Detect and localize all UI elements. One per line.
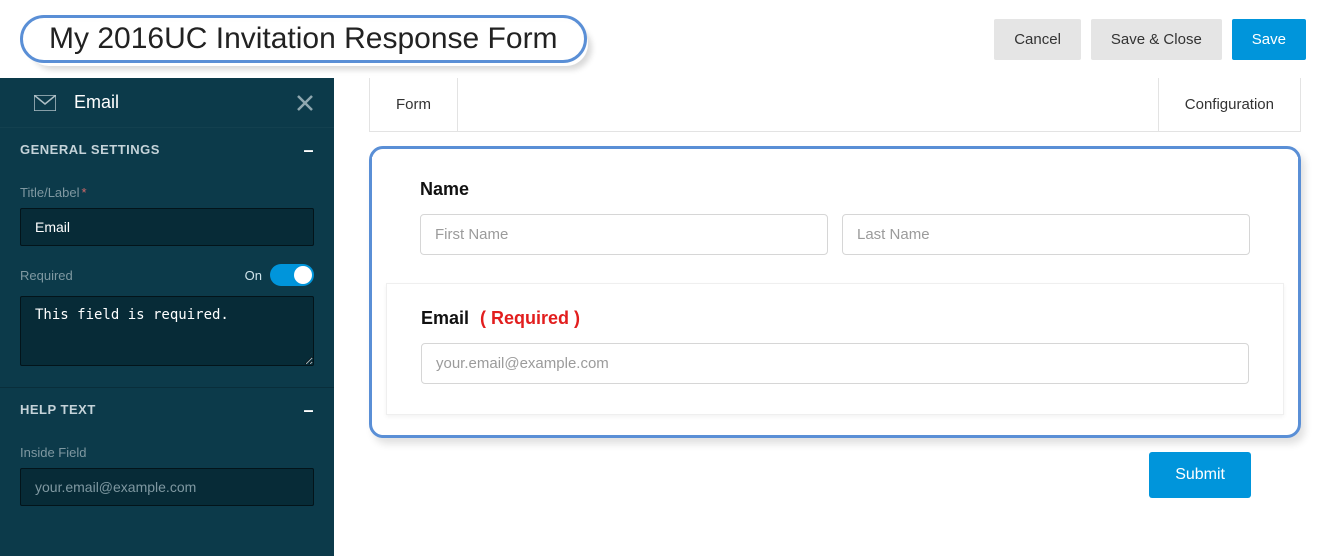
email-field-wrapper[interactable]: Email ( Required ) [386,283,1284,415]
email-field-block: Email ( Required ) [387,284,1283,414]
main: Form Configuration Name Email ( Requi [334,78,1336,556]
title-badge: My 2016UC Invitation Response Form [20,15,587,63]
title-label-label: Title/Label* [20,185,314,200]
page-title: My 2016UC Invitation Response Form [49,22,558,56]
mail-icon [34,95,56,111]
first-name-input[interactable] [420,214,828,255]
required-message-textarea[interactable]: This field is required. [20,296,314,366]
save-button[interactable]: Save [1232,19,1306,60]
collapse-icon[interactable]: – [303,145,314,155]
tab-configuration[interactable]: Configuration [1158,78,1300,131]
help-text-body: Inside Field [0,431,334,524]
inside-field-input[interactable] [20,468,314,506]
required-star: * [82,185,87,200]
required-tag: ( Required ) [480,308,580,328]
top-actions: Cancel Save & Close Save [994,19,1306,60]
sidebar-header: Email [0,78,334,127]
email-input[interactable] [421,343,1249,384]
inside-field-label: Inside Field [20,445,314,460]
section-general-settings[interactable]: GENERAL SETTINGS – [0,127,334,171]
submit-row: Submit [369,452,1301,498]
email-label: Email [421,308,469,328]
section-general-label: GENERAL SETTINGS [20,142,160,157]
close-icon[interactable] [296,94,314,112]
required-row: Required On [20,264,314,286]
required-toggle[interactable] [270,264,314,286]
last-name-input[interactable] [842,214,1250,255]
form-preview-inner: Name Email ( Required ) [372,149,1298,435]
required-label: Required [20,268,73,283]
sidebar-panel-title: Email [74,92,119,113]
toggle-wrap: On [245,264,314,286]
name-field-title: Name [420,179,1250,200]
tab-form[interactable]: Form [370,78,458,131]
title-label-text: Title/Label [20,185,80,200]
toggle-state-label: On [245,268,262,283]
name-field-block: Name [372,157,1298,283]
tabs-row: Form Configuration [369,78,1301,132]
name-row [420,214,1250,255]
sidebar: Email GENERAL SETTINGS – Title/Label* Re… [0,78,334,556]
top-bar: My 2016UC Invitation Response Form Cance… [0,0,1336,78]
layout: Email GENERAL SETTINGS – Title/Label* Re… [0,78,1336,556]
email-field-title: Email ( Required ) [421,308,1249,329]
cancel-button[interactable]: Cancel [994,19,1081,60]
general-settings-body: Title/Label* Required On This field is r… [0,171,334,387]
save-close-button[interactable]: Save & Close [1091,19,1222,60]
title-label-input[interactable] [20,208,314,246]
submit-button[interactable]: Submit [1149,452,1251,498]
section-help-label: HELP TEXT [20,402,96,417]
collapse-icon[interactable]: – [303,405,314,415]
form-preview-frame: Name Email ( Required ) [369,146,1301,438]
section-help-text[interactable]: HELP TEXT – [0,387,334,431]
